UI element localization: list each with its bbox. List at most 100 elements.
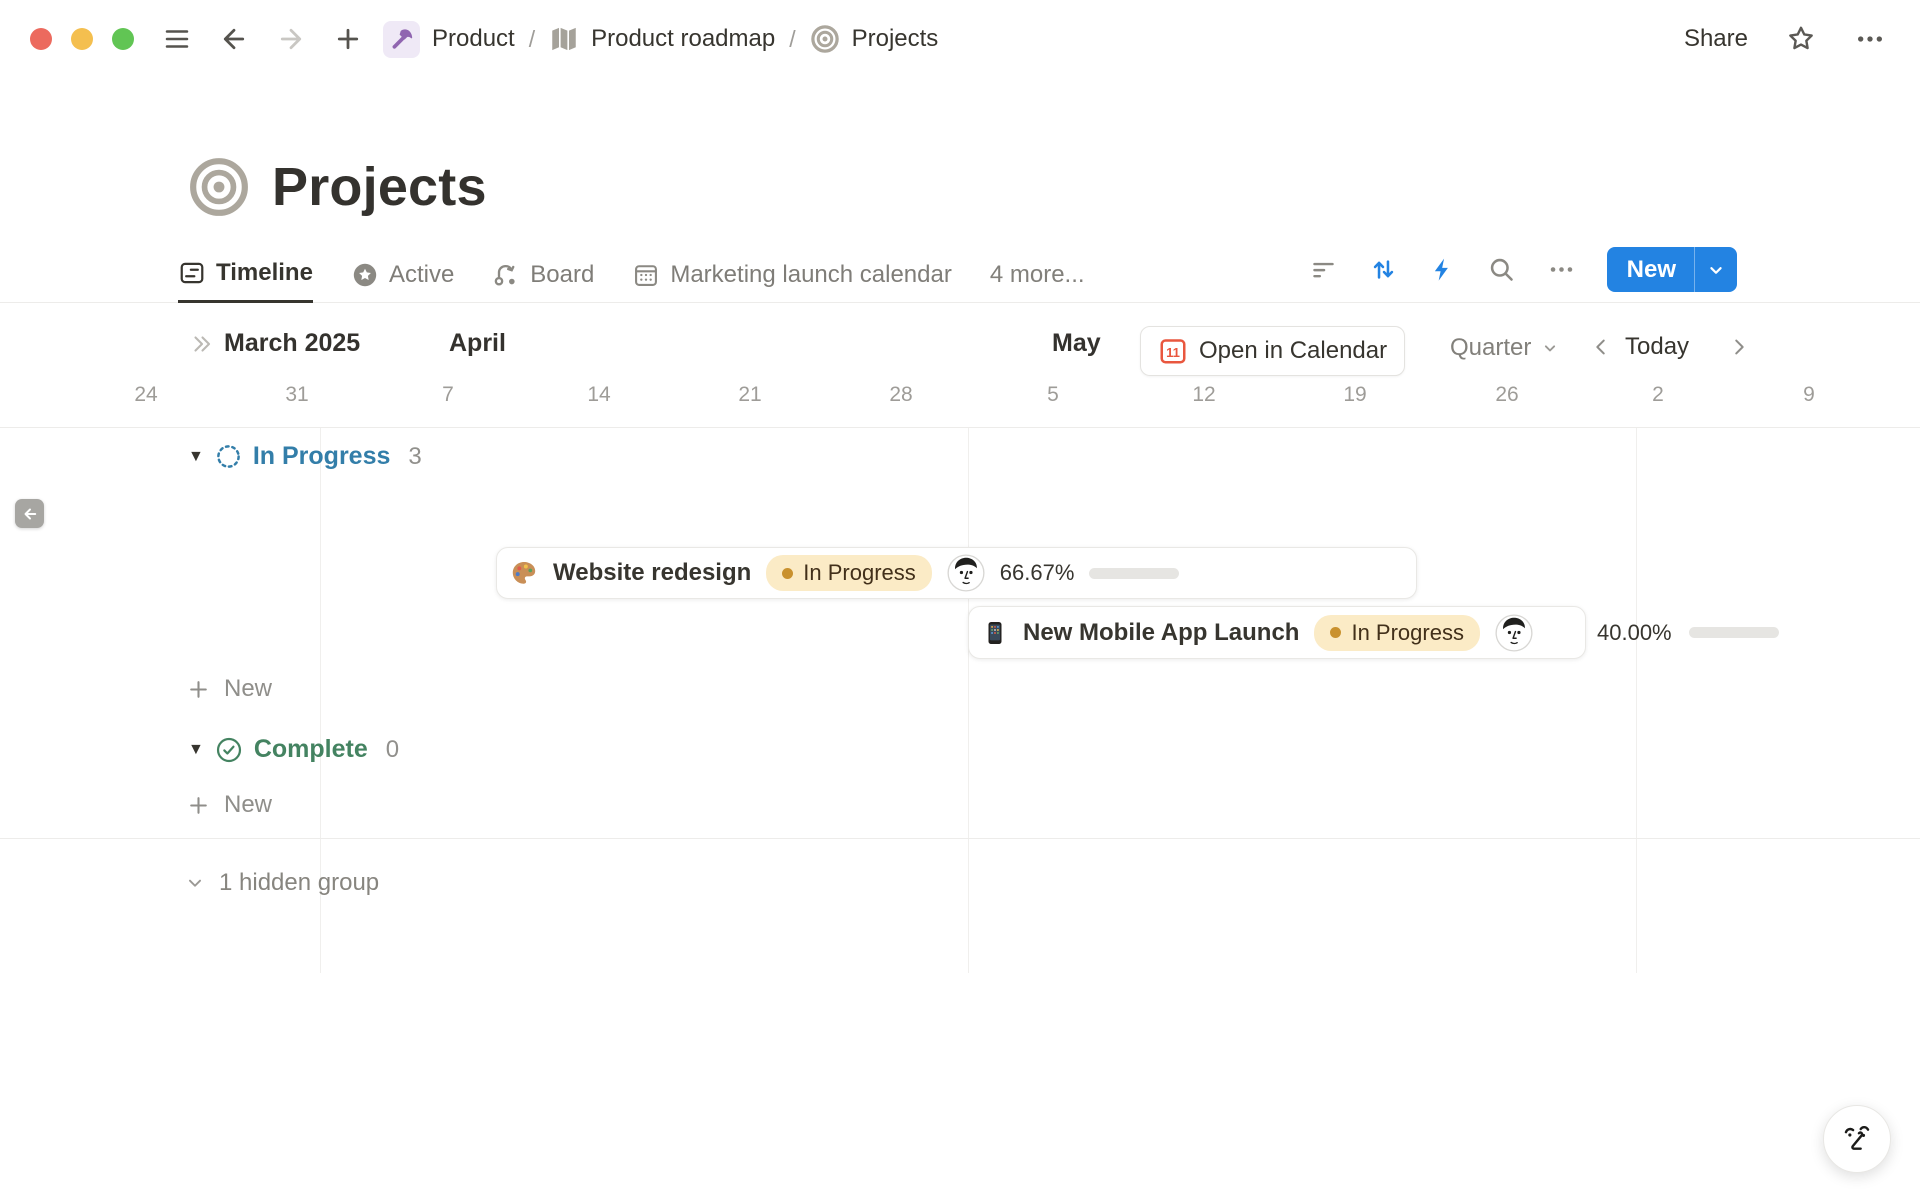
- new-row-label: New: [224, 675, 272, 703]
- date-tick: 7: [442, 383, 454, 407]
- month-label: April: [449, 329, 506, 358]
- window-controls: [30, 28, 134, 50]
- status-dot-icon: [782, 568, 793, 579]
- tab-board[interactable]: Board: [492, 261, 594, 302]
- double-chevron-right-icon: [190, 332, 214, 356]
- breadcrumb-item-projects[interactable]: Projects: [810, 24, 939, 54]
- tab-active[interactable]: Active: [351, 261, 454, 302]
- ai-face-icon: [1836, 1118, 1878, 1160]
- more-options-icon[interactable]: [1854, 23, 1886, 55]
- today-button[interactable]: Today: [1625, 333, 1689, 361]
- tab-label: Timeline: [216, 259, 313, 287]
- date-tick: 7: [0, 383, 1, 407]
- new-record-button[interactable]: New: [1607, 247, 1737, 292]
- new-row-label: New: [224, 791, 272, 819]
- new-page-icon[interactable]: [333, 24, 363, 54]
- collapse-triangle-icon[interactable]: ▼: [188, 741, 204, 759]
- hidden-group-toggle[interactable]: 1 hidden group: [184, 869, 379, 897]
- add-new-in-progress-row[interactable]: New: [186, 675, 272, 703]
- date-tick: 24: [134, 383, 157, 407]
- svg-text:11: 11: [1166, 345, 1180, 360]
- progress-percent: 40.00%: [1597, 620, 1672, 646]
- progress-percent: 66.67%: [1000, 560, 1075, 586]
- add-new-complete-row[interactable]: New: [186, 791, 272, 819]
- map-icon: [549, 24, 579, 54]
- forward-arrow-icon[interactable]: [276, 24, 306, 54]
- open-in-calendar-button[interactable]: 11 Open in Calendar: [1140, 326, 1405, 376]
- automations-zap-icon[interactable]: [1429, 256, 1456, 283]
- current-month-control[interactable]: March 2025: [190, 329, 360, 358]
- timeline-card-website-redesign[interactable]: Website redesign In Progress 66.67%: [496, 547, 1417, 599]
- view-options-icon[interactable]: [1547, 255, 1576, 284]
- timeline-zoom-select[interactable]: Quarter: [1450, 334, 1560, 362]
- card-title: New Mobile App Launch: [1023, 619, 1299, 647]
- collapse-triangle-icon[interactable]: ▼: [188, 448, 204, 466]
- sort-icon[interactable]: [1369, 255, 1398, 284]
- breadcrumb-separator: /: [788, 26, 796, 53]
- notion-ai-button[interactable]: [1823, 1105, 1891, 1173]
- chevron-down-icon: [1540, 338, 1560, 358]
- favorite-star-icon[interactable]: [1785, 23, 1817, 55]
- date-tick: 26: [1495, 383, 1518, 407]
- breadcrumb-label: Product roadmap: [591, 25, 775, 53]
- calendar-red-icon: 11: [1158, 336, 1188, 366]
- chevron-down-icon: [184, 872, 206, 894]
- timeline-next-chevron-icon[interactable]: [1728, 336, 1750, 358]
- group-count: 3: [408, 443, 421, 471]
- date-tick: 9: [1803, 383, 1815, 407]
- group-count: 0: [386, 736, 399, 764]
- timeline-prev-chevron-icon[interactable]: [1590, 336, 1612, 358]
- in-progress-dashed-circle-icon: [215, 443, 242, 470]
- active-star-icon: [351, 261, 379, 289]
- sidebar-menu-icon[interactable]: [162, 24, 192, 54]
- card-title: Website redesign: [553, 559, 751, 587]
- calendar-icon: [632, 261, 660, 289]
- breadcrumb-label: Projects: [852, 25, 939, 53]
- share-button[interactable]: Share: [1684, 25, 1748, 53]
- card2-progress-stats: 40.00%: [1597, 606, 1779, 659]
- titlebar: Product / Product roadmap / Projects: [0, 0, 1920, 78]
- plus-icon: [186, 677, 211, 702]
- progress-bar: [1089, 568, 1179, 579]
- month-gridline: [1636, 428, 1637, 973]
- back-arrow-icon[interactable]: [219, 24, 249, 54]
- more-views-button[interactable]: 4 more...: [990, 261, 1085, 302]
- page-target-icon[interactable]: [188, 156, 250, 218]
- month-label: March 2025: [224, 329, 360, 358]
- scroll-left-button[interactable]: [15, 499, 44, 528]
- breadcrumb-item-product-roadmap[interactable]: Product roadmap: [549, 24, 775, 54]
- mobile-phone-icon: [982, 620, 1008, 646]
- date-tick: 12: [1192, 383, 1215, 407]
- date-tick: 31: [285, 383, 308, 407]
- date-tick: 2: [1652, 383, 1664, 407]
- tab-label: Active: [389, 261, 454, 289]
- date-tick: 14: [587, 383, 610, 407]
- zoom-window-button[interactable]: [112, 28, 134, 50]
- new-button-chevron-down-icon[interactable]: [1695, 259, 1737, 281]
- view-tabs-bar: Timeline Active Board: [0, 255, 1920, 303]
- group-header-in-progress[interactable]: ▼ In Progress 3: [188, 442, 422, 471]
- month-label: May: [1052, 329, 1101, 358]
- month-gridline: [968, 428, 969, 973]
- status-label: In Progress: [1351, 620, 1464, 646]
- date-tick: 28: [889, 383, 912, 407]
- timeline-card-new-mobile-app-launch[interactable]: New Mobile App Launch In Progress: [968, 606, 1586, 659]
- search-icon[interactable]: [1487, 255, 1516, 284]
- new-button-label[interactable]: New: [1607, 256, 1694, 284]
- assignee-avatar: [1495, 614, 1533, 652]
- progress-bar: [1689, 627, 1779, 638]
- complete-check-circle-icon: [215, 736, 243, 764]
- tab-marketing-launch-calendar[interactable]: Marketing launch calendar: [632, 261, 952, 302]
- date-tick: 5: [1047, 383, 1059, 407]
- hidden-group-divider: [0, 838, 1920, 839]
- target-icon: [810, 24, 840, 54]
- filter-icon[interactable]: [1309, 255, 1338, 284]
- group-label: In Progress: [253, 442, 391, 471]
- tab-timeline[interactable]: Timeline: [178, 259, 313, 303]
- breadcrumb-item-product[interactable]: Product: [383, 21, 515, 58]
- minimize-window-button[interactable]: [71, 28, 93, 50]
- group-label: Complete: [254, 735, 368, 764]
- group-header-complete[interactable]: ▼ Complete 0: [188, 735, 399, 764]
- breadcrumb-separator: /: [528, 26, 536, 53]
- close-window-button[interactable]: [30, 28, 52, 50]
